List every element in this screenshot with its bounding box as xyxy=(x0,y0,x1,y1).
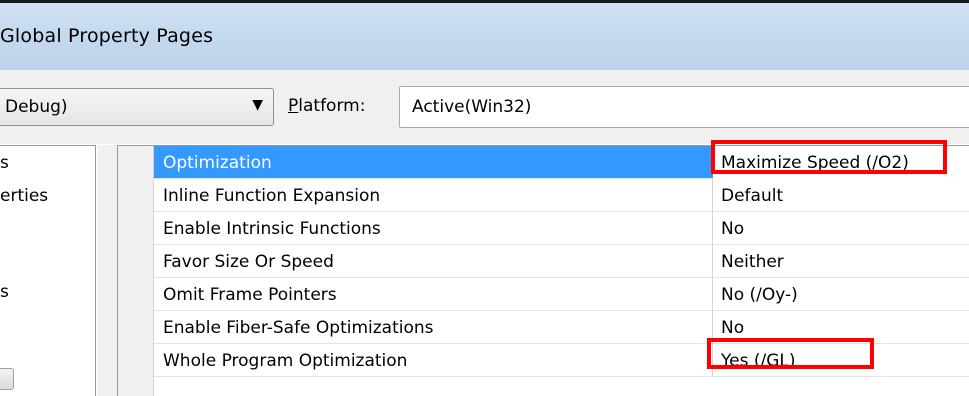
grid-gutter xyxy=(118,146,154,396)
property-name: Optimization xyxy=(163,153,272,173)
annotation-box-optimization xyxy=(711,140,947,174)
property-name: Omit Frame Pointers xyxy=(163,285,337,305)
property-name: Enable Intrinsic Functions xyxy=(163,219,381,239)
property-tree[interactable]: s erties s xyxy=(0,145,96,396)
property-name: Whole Program Optimization xyxy=(163,351,408,371)
property-row-inline-function-expansion[interactable]: Inline Function Expansion Default xyxy=(154,179,969,212)
configuration-value: Debug) xyxy=(5,97,68,117)
annotation-box-whole-program xyxy=(707,338,874,369)
panel-gap xyxy=(97,145,117,396)
platform-value: Active(Win32) xyxy=(412,97,532,117)
tree-scrollbar[interactable] xyxy=(0,368,14,390)
property-row-favor-size-or-speed[interactable]: Favor Size Or Speed Neither xyxy=(154,245,969,278)
property-row-omit-frame-pointers[interactable]: Omit Frame Pointers No (/Oy-) xyxy=(154,278,969,311)
column-divider xyxy=(712,179,713,212)
column-divider xyxy=(712,212,713,245)
platform-label-text: latform: xyxy=(298,96,366,116)
property-row-enable-intrinsic-functions[interactable]: Enable Intrinsic Functions No xyxy=(154,212,969,245)
property-value: Neither xyxy=(721,252,784,272)
column-divider xyxy=(712,245,713,278)
property-value: No xyxy=(721,219,745,239)
column-divider xyxy=(712,278,713,311)
title-bar: Global Property Pages xyxy=(0,0,969,70)
window-title: Global Property Pages xyxy=(0,25,214,47)
platform-dropdown[interactable]: Active(Win32) xyxy=(399,86,969,128)
chevron-down-icon: ▼ xyxy=(252,97,263,113)
tree-item[interactable]: erties xyxy=(0,186,48,206)
property-name: Favor Size Or Speed xyxy=(163,252,334,272)
property-name: Inline Function Expansion xyxy=(163,186,381,206)
platform-label-accelerator: P xyxy=(288,96,299,116)
configuration-dropdown[interactable]: Debug) ▼ xyxy=(0,88,274,126)
tree-item[interactable]: s xyxy=(0,153,9,173)
configuration-toolbar: Debug) ▼ Platform: Active(Win32) xyxy=(0,70,969,144)
property-value: Default xyxy=(721,186,784,206)
platform-label: Platform: xyxy=(288,96,365,116)
tree-item[interactable]: s xyxy=(0,282,9,302)
property-name: Enable Fiber-Safe Optimizations xyxy=(163,318,434,338)
property-value: No (/Oy-) xyxy=(721,285,798,305)
property-value: No xyxy=(721,318,745,338)
